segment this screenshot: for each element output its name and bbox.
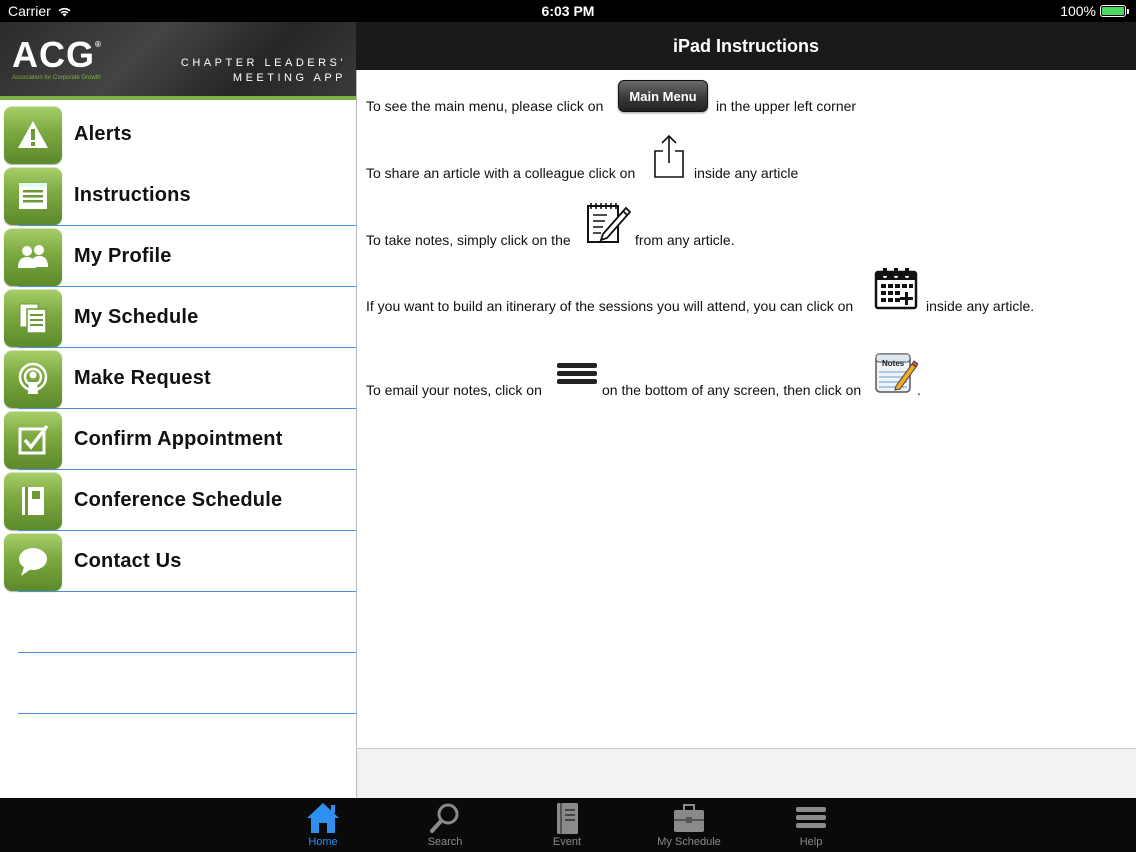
instruction-main-menu-after: in the upper left corner [716,98,857,114]
instructions-icon [4,166,62,225]
menu-list: Alerts Instructions My Profile My Schedu… [0,104,356,714]
menu-item-make-request[interactable]: Make Request [0,348,356,409]
instruction-share-after: inside any article [694,165,799,181]
tab-label-my-schedule: My Schedule [657,836,721,848]
nav-bar: iPad Instructions [356,22,1136,70]
profile-icon [4,227,62,286]
checkbox-icon [4,410,62,469]
schedule-icon [4,288,62,347]
tab-label-search: Search [427,836,463,848]
menu-label-confirm-appointment: Confirm Appointment [74,428,283,450]
status-bar: Carrier 6:03 PM 100% [0,0,1136,22]
menu-item-conference-schedule[interactable]: Conference Schedule [0,470,356,531]
home-icon [307,803,339,833]
notebook-icon [4,471,62,530]
instructions-content: To see the main menu, please click on Ma… [356,70,1136,748]
tab-event[interactable]: Event [527,798,607,852]
calendar-add-icon [874,268,918,310]
event-notebook-icon [557,803,578,834]
acg-logo: ACG® [12,34,102,75]
notes-icon-label: Notes [882,359,905,368]
tab-home[interactable]: Home [283,798,363,852]
tab-label-event: Event [552,836,582,848]
menu-item-my-profile[interactable]: My Profile [0,226,356,287]
main-menu-button-sample: Main Menu [618,80,708,112]
notes-icon: Notes [875,353,918,393]
brand-header: ACG® Association for Corporate Growth CH… [0,22,356,100]
menu-item-alerts[interactable]: Alerts [0,104,356,165]
menu-empty-row [0,592,356,653]
instruction-notes-after: from any article. [635,232,735,248]
notes-pencil-icon [587,203,632,243]
instruction-share-text: To share an article with a colleague cli… [366,165,636,181]
menu-label-alerts: Alerts [74,123,132,145]
tab-label-home: Home [308,836,338,848]
menu-label-my-schedule: My Schedule [74,306,199,328]
battery-group: 100% [1060,3,1129,19]
speech-bubble-icon [4,532,62,591]
instruction-email-after: . [917,382,921,398]
app-title-line1: CHAPTER LEADERS' [180,57,346,69]
menu-label-conference-schedule: Conference Schedule [74,489,283,511]
acg-tagline: Association for Corporate Growth [12,75,101,81]
instruction-notes-text: To take notes, simply click on the [366,232,571,248]
side-menu-panel: ACG® Association for Corporate Growth CH… [0,22,356,798]
menu-item-confirm-appointment[interactable]: Confirm Appointment [0,409,356,470]
tab-label-help: Help [799,836,823,848]
app-title-line2: MEETING APP [232,72,346,84]
alert-icon [4,105,62,164]
instruction-itinerary-after: inside any article. [926,298,1035,314]
briefcase-icon [674,804,704,832]
instruction-itinerary-text: If you want to build an itinerary of the… [366,298,854,314]
instruction-email-middle: on the bottom of any screen, then click … [602,382,862,398]
battery-icon [1100,5,1129,17]
menu-item-my-schedule[interactable]: My Schedule [0,287,356,348]
menu-label-make-request: Make Request [74,367,211,389]
hamburger-menu-icon [557,363,597,384]
share-icon [654,134,684,178]
menu-item-instructions[interactable]: Instructions [0,165,356,226]
app-title: CHAPTER LEADERS' MEETING APP [181,56,346,86]
tab-search[interactable]: Search [405,798,485,852]
tab-bar: Home Search Event My Schedule Help [0,798,1136,852]
page-title: iPad Instructions [672,35,820,56]
search-icon [430,803,459,833]
menu-label-my-profile: My Profile [74,245,172,267]
instruction-main-menu-text: To see the main menu, please click on [366,98,604,114]
menu-empty-row [0,653,356,714]
instruction-email-text: To email your notes, click on [366,382,542,398]
content-footer [356,748,1136,798]
app-root: Carrier 6:03 PM 100% ACG® Association fo… [0,0,1136,852]
menu-item-contact-us[interactable]: Contact Us [0,531,356,592]
menu-label-contact-us: Contact Us [74,550,182,572]
battery-percent: 100% [1060,3,1096,19]
request-icon [4,349,62,408]
hamburger-icon [796,807,826,828]
status-time: 6:03 PM [541,3,595,19]
tab-help[interactable]: Help [771,798,851,852]
menu-label-instructions: Instructions [74,184,191,206]
tab-my-schedule[interactable]: My Schedule [649,798,729,852]
